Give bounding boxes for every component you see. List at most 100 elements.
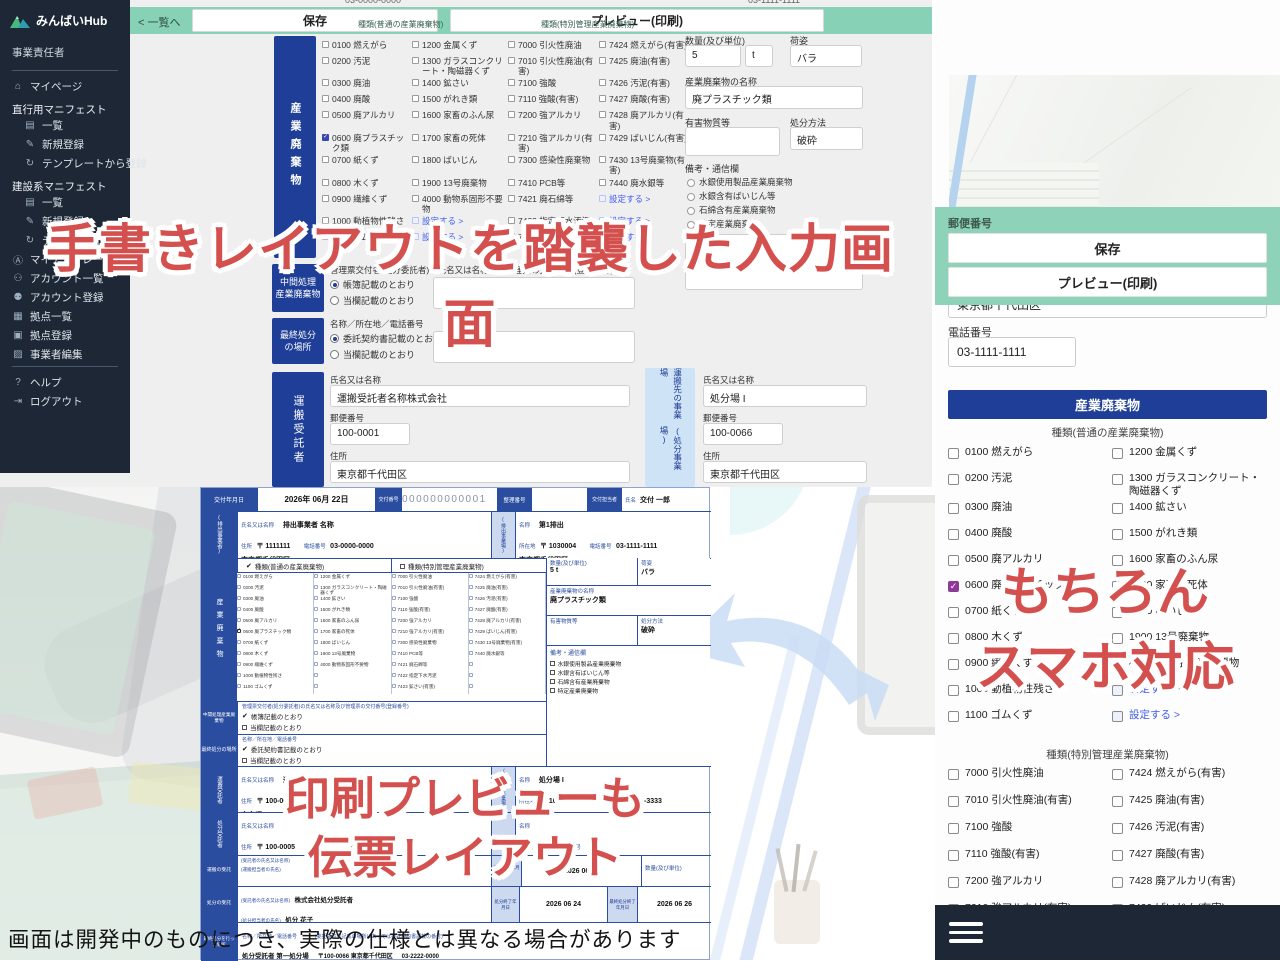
waste-type-option[interactable]: 7210 強アルカリ(有害) bbox=[392, 628, 469, 639]
waste-type-option[interactable]: 0100 燃えがら bbox=[322, 38, 410, 54]
waste-type-option[interactable]: 7110 強酸(有害) bbox=[508, 92, 597, 108]
waste-type-option[interactable]: 7429 ばいじん(有害) bbox=[469, 628, 546, 639]
waste-type-option[interactable]: 7200 強アルカリ bbox=[508, 108, 597, 130]
carrier-zip-input[interactable]: 100-0001 bbox=[330, 423, 410, 445]
waste-type-option[interactable]: ✓0600 廃プラスチック類 bbox=[322, 131, 410, 153]
waste-type-option[interactable]: 7200 強アルカリ bbox=[392, 617, 469, 628]
waste-type-option[interactable]: 0800 木くず bbox=[322, 176, 410, 192]
waste-type-option[interactable]: 0400 廃酸 bbox=[237, 606, 314, 617]
remarks-option[interactable]: 水銀含有ばいじん等 bbox=[687, 189, 793, 203]
waste-type-option[interactable]: 0800 木くず bbox=[237, 650, 314, 661]
waste-type-option[interactable]: 7100 強酸 bbox=[392, 595, 469, 606]
dest-zip-input[interactable]: 100-0066 bbox=[703, 423, 783, 445]
waste-type-option[interactable]: 7421 廃石綿等 bbox=[392, 661, 469, 672]
remarks-option[interactable]: 水銀含有ばいじん等 bbox=[550, 668, 708, 677]
waste-type-option[interactable]: 4000 動物系固形不要物 bbox=[314, 661, 391, 672]
waste-type-option[interactable]: 7300 感染性廃棄物 bbox=[392, 639, 469, 650]
configure-link[interactable]: 設定する > bbox=[1112, 706, 1270, 732]
waste-type-option[interactable]: 1000 動植物性残さ bbox=[237, 672, 314, 683]
waste-type-option[interactable]: 7010 引火性廃油(有害) bbox=[392, 584, 469, 595]
waste-type-option[interactable]: 1200 金属くず bbox=[314, 573, 391, 584]
waste-type-option[interactable]: 7429 ばいじん(有害) bbox=[599, 131, 688, 153]
waste-type-option[interactable]: 1400 鉱さい bbox=[412, 76, 506, 92]
waste-type-option[interactable]: 0400 廃酸 bbox=[948, 524, 1112, 550]
waste-type-option[interactable]: 1500 がれき類 bbox=[412, 92, 506, 108]
waste-type-option[interactable]: 0100 燃えがら bbox=[237, 573, 314, 584]
waste-type-option[interactable]: 7422 指定下水汚泥 bbox=[392, 672, 469, 683]
waste-type-option[interactable]: 7440 廃水銀等 bbox=[469, 650, 546, 661]
waste-type-option[interactable]: 1400 鉱さい bbox=[314, 595, 391, 606]
packing-input[interactable]: バラ bbox=[790, 45, 862, 67]
waste-type-option[interactable]: ✓0600 廃プラスチック類 bbox=[237, 628, 314, 639]
waste-type-option[interactable]: 7410 PCB等 bbox=[392, 650, 469, 661]
waste-type-option[interactable]: 7425 廃油(有害) bbox=[599, 54, 688, 76]
waste-type-option[interactable]: 0300 廃油 bbox=[948, 498, 1112, 524]
waste-type-option[interactable]: 7425 廃油(有害) bbox=[1112, 791, 1270, 818]
waste-type-option[interactable]: 7424 燃えがら(有害) bbox=[599, 38, 688, 54]
remarks-option[interactable]: 特定産業廃棄物 bbox=[550, 686, 708, 695]
waste-type-option[interactable]: 0500 廃アルカリ bbox=[322, 108, 410, 130]
waste-type-option[interactable]: 1200 金属くず bbox=[1112, 443, 1270, 469]
waste-type-option[interactable]: 7430 13号廃棄物(有害) bbox=[469, 639, 546, 650]
qty-input[interactable]: 5 bbox=[685, 45, 741, 67]
waste-type-option[interactable]: 1700 家畜の死体 bbox=[412, 131, 506, 153]
waste-type-option[interactable]: 1900 13号廃棄物 bbox=[412, 176, 506, 192]
waste-type-option[interactable]: 1100 ゴムくず bbox=[948, 706, 1112, 732]
waste-type-option[interactable]: 7426 汚泥(有害) bbox=[469, 595, 546, 606]
mobile-save-button[interactable]: 保存 bbox=[948, 233, 1267, 263]
sidebar-item-テンプレートから登録[interactable]: ↻テンプレートから登録 bbox=[0, 154, 130, 173]
waste-type-option[interactable]: 7427 廃酸(有害) bbox=[1112, 845, 1270, 872]
waste-type-option[interactable]: 7424 燃えがら(有害) bbox=[1112, 764, 1270, 791]
waste-type-option[interactable]: 7100 強酸 bbox=[948, 818, 1112, 845]
sidebar-item-ログアウト[interactable]: ⇥ログアウト bbox=[0, 392, 130, 411]
waste-type-option[interactable]: 1400 鉱さい bbox=[1112, 498, 1270, 524]
waste-type-option[interactable]: 1900 13号廃棄物 bbox=[314, 650, 391, 661]
waste-type-option[interactable]: 7010 引火性廃油(有害) bbox=[948, 791, 1112, 818]
dest-name-input[interactable]: 処分場 I bbox=[703, 385, 867, 407]
waste-type-option[interactable]: 0500 廃アルカリ bbox=[237, 617, 314, 628]
waste-type-option[interactable]: 7010 引火性廃油(有害) bbox=[508, 54, 597, 76]
waste-type-option[interactable]: 7410 PCB等 bbox=[508, 176, 597, 192]
waste-type-option[interactable]: 0700 紙くず bbox=[322, 153, 410, 175]
dest-addr-input[interactable]: 東京都千代田区 bbox=[703, 461, 867, 483]
waste-type-option[interactable]: 1500 がれき類 bbox=[1112, 524, 1270, 550]
waste-type-option[interactable]: 0100 燃えがら bbox=[948, 443, 1112, 469]
waste-type-option[interactable]: 7000 引火性廃油 bbox=[948, 764, 1112, 791]
waste-type-option[interactable]: 1600 家畜のふん尿 bbox=[412, 108, 506, 130]
waste-type-option[interactable]: 0200 汚泥 bbox=[948, 469, 1112, 498]
waste-name-input[interactable]: 廃プラスチック類 bbox=[685, 86, 863, 109]
waste-type-option[interactable]: 7440 廃水銀等 bbox=[599, 176, 688, 192]
disposal-method-input[interactable]: 破砕 bbox=[790, 127, 863, 150]
waste-type-option[interactable]: 1500 がれき類 bbox=[314, 606, 391, 617]
waste-type-option[interactable]: 0200 汚泥 bbox=[237, 584, 314, 595]
waste-type-option[interactable]: 1300 ガラスコンクリート・陶磁器くず bbox=[314, 584, 391, 595]
waste-type-option[interactable]: 7424 燃えがら(有害) bbox=[469, 573, 546, 584]
waste-type-option[interactable]: 7423 鉱さい(有害) bbox=[392, 683, 469, 694]
waste-type-option[interactable]: 7428 廃アルカリ(有害) bbox=[599, 108, 688, 130]
waste-type-option[interactable]: 1200 金属くず bbox=[412, 38, 506, 54]
hazard-input[interactable] bbox=[685, 127, 780, 156]
sidebar-item-マイページ[interactable]: ⌂マイページ bbox=[0, 77, 130, 96]
waste-type-option[interactable]: 7000 引火性廃油 bbox=[508, 38, 597, 54]
carrier-addr-input[interactable]: 東京都千代田区 bbox=[330, 461, 630, 483]
waste-type-option[interactable]: 7428 廃アルカリ(有害) bbox=[469, 617, 546, 628]
waste-type-option[interactable]: 0300 廃油 bbox=[322, 76, 410, 92]
waste-type-option[interactable]: 1300 ガラスコンクリート・陶磁器くず bbox=[1112, 469, 1270, 498]
waste-type-option[interactable]: 7427 廃酸(有害) bbox=[469, 606, 546, 617]
waste-type-option[interactable]: 7300 感染性廃棄物 bbox=[508, 153, 597, 175]
remarks-option[interactable]: 石綿含有産業廃棄物 bbox=[550, 677, 708, 686]
print-preview-button[interactable]: プレビュー(印刷) bbox=[450, 9, 824, 32]
waste-type-option[interactable]: 0900 繊維くず bbox=[237, 661, 314, 672]
waste-type-option[interactable]: 0300 廃油 bbox=[237, 595, 314, 606]
waste-type-option[interactable]: 7100 強酸 bbox=[508, 76, 597, 92]
waste-type-option[interactable]: 0700 紙くず bbox=[237, 639, 314, 650]
back-to-list-link[interactable]: < 一覧へ bbox=[138, 14, 180, 30]
waste-type-option[interactable]: 7200 強アルカリ bbox=[948, 872, 1112, 899]
waste-type-option[interactable]: 7426 汚泥(有害) bbox=[1112, 818, 1270, 845]
hamburger-menu-icon[interactable] bbox=[949, 922, 983, 948]
remarks-option[interactable]: 水銀使用製品産業廃棄物 bbox=[687, 175, 793, 189]
waste-type-option[interactable]: 7430 13号廃棄物(有害) bbox=[599, 153, 688, 175]
sidebar-item-新規登録[interactable]: ✎新規登録 bbox=[0, 135, 130, 154]
mobile-tel-input[interactable]: 03-1111-1111 bbox=[948, 337, 1076, 367]
waste-type-option[interactable]: 1300 ガラスコンクリート・陶磁器くず bbox=[412, 54, 506, 76]
